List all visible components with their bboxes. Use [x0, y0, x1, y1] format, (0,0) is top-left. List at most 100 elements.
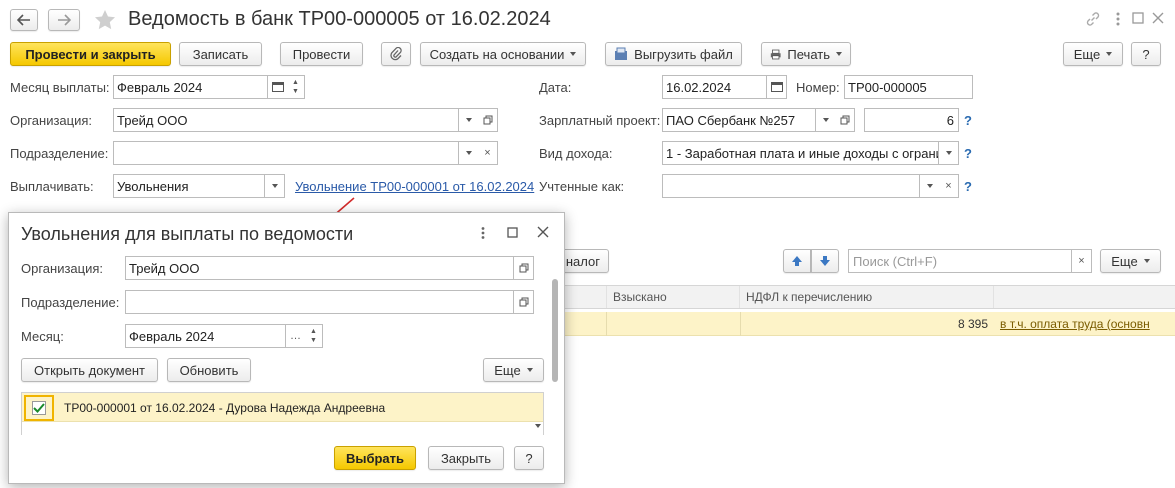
dept-label: Подразделение: — [10, 146, 109, 161]
pay-field[interactable]: Увольнения — [113, 174, 265, 198]
org-label: Организация: — [10, 113, 93, 128]
close-icon[interactable] — [537, 226, 549, 238]
arrow-right-icon — [58, 14, 71, 26]
number-field[interactable]: ТР00-000005 — [844, 75, 973, 99]
scroll-down-icon[interactable] — [535, 424, 541, 428]
star-icon[interactable] — [94, 9, 116, 30]
org-open-button[interactable] — [478, 108, 498, 132]
calendar-icon — [271, 82, 284, 92]
create-based-button[interactable]: Создать на основании — [420, 42, 586, 66]
open-icon — [519, 263, 528, 273]
dialog-help-button[interactable]: ? — [514, 446, 544, 470]
salary-project-number[interactable]: 6 — [864, 108, 959, 132]
income-help[interactable]: ? — [964, 146, 972, 161]
chevron-down-icon — [945, 151, 952, 155]
dialog-more-label: Еще — [494, 362, 521, 378]
stepper-down-icon: ▼ — [292, 88, 299, 95]
dept-clear-button[interactable]: × — [478, 141, 498, 165]
search-input[interactable]: Поиск (Ctrl+F) — [848, 249, 1072, 273]
arrow-down-icon — [820, 256, 830, 266]
dialog-dept-open-button[interactable] — [514, 290, 534, 314]
search-clear-button[interactable]: × — [1072, 249, 1092, 273]
income-field[interactable]: 1 - Заработная плата и иные доходы с огр… — [662, 141, 939, 165]
income-dropdown-button[interactable] — [939, 141, 959, 165]
org-dropdown-button[interactable] — [459, 108, 479, 132]
move-down-button[interactable] — [811, 249, 839, 273]
arrow-up-icon — [792, 256, 802, 266]
list-item-checkbox[interactable] — [24, 395, 54, 421]
dialog-org-open-button[interactable] — [514, 256, 534, 280]
org-field[interactable]: Трейд ООО — [113, 108, 459, 132]
dialog-org-field[interactable]: Трейд ООО — [125, 256, 514, 280]
salary-project-help[interactable]: ? — [964, 113, 972, 128]
pay-dropdown-button[interactable] — [265, 174, 285, 198]
export-file-button[interactable]: Выгрузить файл — [605, 42, 742, 66]
post-and-close-button[interactable]: Провести и закрыть — [10, 42, 171, 66]
row-detail-link[interactable]: в т.ч. оплата труда (основн — [1000, 317, 1175, 331]
save-button[interactable]: Записать — [179, 42, 262, 66]
dept-dropdown-button[interactable] — [459, 141, 479, 165]
attach-button[interactable] — [381, 42, 411, 66]
dialog-month-stepper[interactable]: ▲ ▼ — [305, 324, 323, 348]
col-ndfl-header[interactable]: НДФЛ к перечислению — [740, 286, 994, 308]
dialog-month-field[interactable]: Февраль 2024 — [125, 324, 286, 348]
select-button[interactable]: Выбрать — [334, 446, 416, 470]
accounted-label: Учтенные как: — [539, 179, 625, 194]
dialog-title: Увольнения для выплаты по ведомости — [21, 224, 354, 244]
date-label: Дата: — [539, 80, 572, 95]
month-field[interactable]: Февраль 2024 — [113, 75, 268, 99]
print-button[interactable]: Печать — [761, 42, 851, 66]
dialog-scrollbar-thumb[interactable] — [552, 279, 558, 382]
accounted-field[interactable] — [662, 174, 920, 198]
more-button[interactable]: Еще — [1063, 42, 1123, 66]
ellipsis-vertical-icon[interactable] — [480, 226, 486, 240]
chevron-down-icon — [926, 184, 933, 188]
dialog-close-button[interactable]: Закрыть — [428, 446, 504, 470]
dialog-month-select-button[interactable]: … — [286, 324, 306, 348]
open-document-button[interactable]: Открыть документ — [21, 358, 158, 382]
accounted-clear-button[interactable]: × — [939, 174, 959, 198]
salary-project-field[interactable]: ПАО Сбербанк №257 — [662, 108, 816, 132]
refresh-button[interactable]: Обновить — [167, 358, 251, 382]
col-collected-header[interactable]: Взыскано — [606, 286, 740, 308]
salary-project-open-button[interactable] — [835, 108, 855, 132]
move-up-button[interactable] — [783, 249, 811, 273]
post-button[interactable]: Провести — [280, 42, 363, 66]
arrow-left-icon — [17, 14, 30, 26]
chevron-down-icon — [1143, 259, 1150, 263]
maximize-icon[interactable] — [1132, 12, 1144, 24]
date-calendar-button[interactable] — [767, 75, 787, 99]
table-more-button[interactable]: Еще — [1100, 249, 1161, 273]
row-cell-divider — [606, 312, 607, 336]
dept-field[interactable] — [113, 141, 459, 165]
open-icon — [840, 115, 849, 125]
pay-document-link[interactable]: Увольнение ТР00-000001 от 16.02.2024 — [295, 179, 534, 194]
ellipsis-vertical-icon[interactable] — [1115, 11, 1121, 27]
accounted-dropdown-button[interactable] — [920, 174, 940, 198]
chevron-down-icon — [271, 184, 278, 188]
open-icon — [519, 297, 528, 307]
clear-icon: × — [1078, 255, 1085, 267]
link-icon[interactable] — [1085, 11, 1101, 27]
forward-button[interactable] — [48, 9, 80, 31]
clear-icon: × — [484, 147, 491, 159]
date-field[interactable]: 16.02.2024 — [662, 75, 767, 99]
row-ndfl-value: 8 395 — [957, 317, 988, 331]
dialog-more-button[interactable]: Еще — [483, 358, 544, 382]
chevron-down-icon — [570, 52, 577, 56]
close-icon[interactable] — [1152, 12, 1164, 24]
list-item-text: ТР00-000001 от 16.02.2024 - Дурова Надеж… — [64, 401, 386, 415]
dialog-org-label: Организация: — [21, 261, 104, 276]
clear-icon: × — [945, 180, 952, 192]
accounted-help[interactable]: ? — [964, 179, 972, 194]
month-stepper[interactable]: ▲ ▼ — [287, 75, 305, 99]
salary-project-dropdown-button[interactable] — [816, 108, 836, 132]
back-button[interactable] — [10, 9, 38, 31]
export-file-label: Выгрузить файл — [634, 46, 733, 62]
chevron-down-icon — [1106, 52, 1113, 56]
help-button[interactable]: ? — [1131, 42, 1161, 66]
dialog-dept-field[interactable] — [125, 290, 514, 314]
calendar-button[interactable] — [268, 75, 288, 99]
create-based-label: Создать на основании — [429, 46, 565, 62]
maximize-icon[interactable] — [507, 227, 518, 238]
